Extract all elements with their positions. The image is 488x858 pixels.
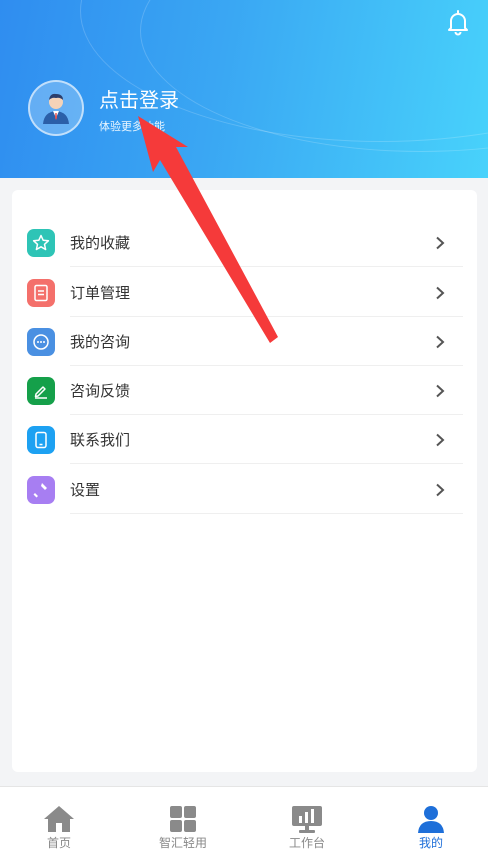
menu-item-orders[interactable]: 订单管理 <box>12 268 477 317</box>
person-icon <box>418 806 444 833</box>
tab-label: 智汇轻用 <box>158 836 207 850</box>
chevron-right-icon <box>436 483 445 496</box>
login-title[interactable]: 点击登录 <box>99 84 179 113</box>
menu-item-contact-us[interactable]: 联系我们 <box>12 415 477 464</box>
chevron-right-icon <box>436 286 445 299</box>
profile-header: 点击登录 体验更多功能 <box>0 0 488 178</box>
menu-item-label: 咨询反馈 <box>70 382 131 400</box>
menu-item-label: 订单管理 <box>70 284 131 302</box>
home-icon <box>44 806 74 832</box>
chat-bubble-icon <box>27 327 55 356</box>
tab-label: 我的 <box>418 836 443 850</box>
menu-item-feedback[interactable]: 咨询反馈 <box>12 366 477 415</box>
tab-label: 工作台 <box>288 836 325 850</box>
chevron-right-icon <box>436 384 445 397</box>
tab-workbench[interactable]: 工作台 <box>257 787 357 858</box>
avatar[interactable] <box>28 80 84 136</box>
monitor-chart-icon <box>292 806 322 833</box>
edit-pen-icon <box>27 376 55 405</box>
document-icon <box>27 278 55 307</box>
phone-icon <box>27 425 55 454</box>
chevron-right-icon <box>436 236 445 249</box>
tab-label: 首页 <box>46 836 71 850</box>
menu-card: 我的收藏 订单管理 我的咨询 咨询反馈 联系我们 设置 <box>12 190 477 772</box>
grid-icon <box>170 806 196 832</box>
header-wave-decoration <box>140 0 488 152</box>
menu-item-label: 设置 <box>70 481 101 499</box>
divider <box>70 463 463 464</box>
chevron-right-icon <box>436 335 445 348</box>
tab-smart-apps[interactable]: 智汇轻用 <box>133 787 233 858</box>
divider <box>70 513 463 514</box>
bell-icon[interactable] <box>444 8 472 36</box>
menu-item-label: 我的收藏 <box>70 234 131 252</box>
tab-home[interactable]: 首页 <box>9 787 109 858</box>
user-avatar-icon <box>43 93 69 124</box>
login-subtitle: 体验更多功能 <box>99 120 165 133</box>
menu-item-label: 我的咨询 <box>70 333 131 351</box>
star-icon <box>27 228 55 257</box>
bottom-tab-bar: 首页 智汇轻用 工作台 我的 <box>0 786 488 858</box>
menu-item-consultations[interactable]: 我的咨询 <box>12 317 477 366</box>
menu-item-settings[interactable]: 设置 <box>12 465 477 514</box>
tab-mine[interactable]: 我的 <box>381 787 481 858</box>
chevron-right-icon <box>436 433 445 446</box>
menu-item-label: 联系我们 <box>70 431 131 449</box>
divider <box>70 266 463 267</box>
menu-item-favorites[interactable]: 我的收藏 <box>12 218 477 267</box>
wrench-icon <box>27 475 55 504</box>
